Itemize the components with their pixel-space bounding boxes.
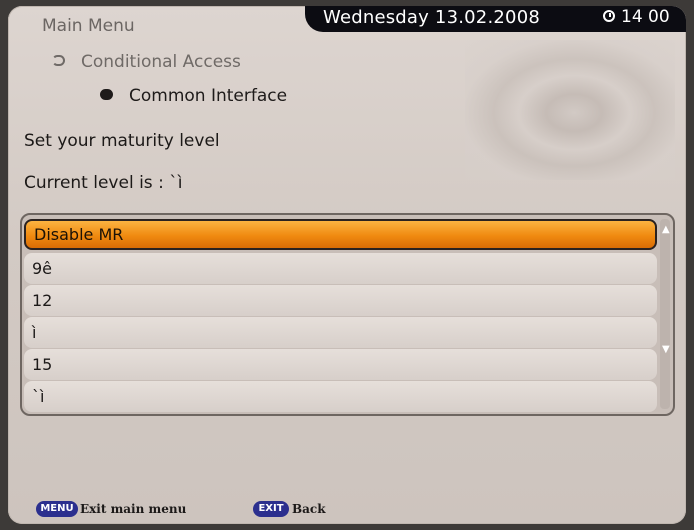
date-display: Wednesday 13.02.2008: [323, 7, 540, 28]
exit-key-label: Back: [292, 502, 326, 516]
background-texture: [465, 40, 675, 180]
clock-icon: [603, 10, 615, 22]
scrollbar[interactable]: [660, 219, 670, 409]
page-title: Main Menu: [42, 16, 135, 36]
arrow-icon: [100, 88, 113, 100]
menu-key-label: Exit main menu: [80, 502, 187, 516]
list-item[interactable]: 12: [24, 285, 657, 316]
time-display: 14 00: [621, 7, 670, 27]
list-item[interactable]: `ì: [24, 381, 657, 412]
breadcrumb-label: Conditional Access: [81, 52, 241, 72]
exit-key-button[interactable]: EXIT: [253, 501, 289, 517]
list-item[interactable]: Disable MR: [24, 219, 657, 250]
breadcrumb-conditional-access[interactable]: Conditional Access: [52, 52, 241, 72]
list-item[interactable]: 15: [24, 349, 657, 380]
breadcrumb-common-interface[interactable]: Common Interface: [100, 86, 287, 106]
scroll-up-icon[interactable]: ▲: [662, 225, 670, 235]
arrow-icon: [52, 54, 65, 66]
scroll-down-icon[interactable]: ▼: [662, 345, 670, 355]
current-level-text: Current level is : `ì: [24, 173, 183, 193]
list-item[interactable]: ì: [24, 317, 657, 348]
menu-key-button[interactable]: MENU: [36, 501, 78, 517]
list-item[interactable]: 9ê: [24, 253, 657, 284]
prompt-text: Set your maturity level: [24, 131, 220, 151]
breadcrumb-label: Common Interface: [129, 86, 288, 106]
